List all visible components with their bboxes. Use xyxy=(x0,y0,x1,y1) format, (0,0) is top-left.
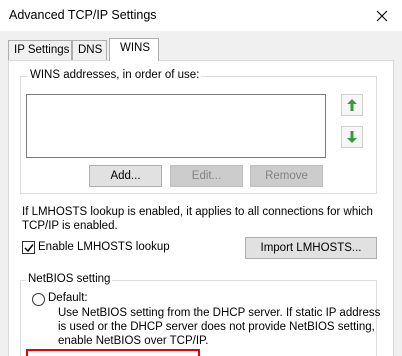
add-button[interactable]: Add... xyxy=(89,165,162,187)
wins-addresses-group-label: WINS addresses, in order of use: xyxy=(28,69,202,81)
move-down-button[interactable] xyxy=(341,126,363,148)
close-button[interactable] xyxy=(362,0,402,31)
lmhosts-info-line1: If LMHOSTS lookup is enabled, it applies… xyxy=(22,206,373,218)
tab-ip-settings[interactable]: IP Settings xyxy=(8,40,72,60)
netbios-default-desc-line1: Use NetBIOS setting from the DHCP server… xyxy=(58,307,381,319)
netbios-default-radio[interactable] xyxy=(32,293,45,306)
window-title: Advanced TCP/IP Settings xyxy=(9,8,157,22)
wins-address-list[interactable] xyxy=(26,94,326,158)
netbios-default-desc-line2: is used or the DHCP server does not prov… xyxy=(58,321,375,333)
arrow-down-icon xyxy=(347,131,357,143)
checkmark-icon xyxy=(24,244,34,253)
remove-button-label: Remove xyxy=(265,170,308,182)
tab-wins[interactable]: WINS xyxy=(109,38,159,61)
import-lmhosts-button[interactable]: Import LMHOSTS... xyxy=(245,237,377,259)
edit-button[interactable]: Edit... xyxy=(170,165,243,187)
arrow-up-icon xyxy=(347,99,357,111)
remove-button[interactable]: Remove xyxy=(250,165,323,187)
netbios-group-label: NetBIOS setting xyxy=(26,273,113,285)
tab-dns[interactable]: DNS xyxy=(72,40,107,60)
import-lmhosts-button-label: Import LMHOSTS... xyxy=(260,242,362,254)
lmhosts-info-line2: TCP/IP is enabled. xyxy=(22,220,118,232)
netbios-default-label[interactable]: Default: xyxy=(48,292,88,304)
add-button-label: Add... xyxy=(110,170,141,182)
tab-wins-label: WINS xyxy=(120,42,151,54)
tab-ip-settings-label: IP Settings xyxy=(14,44,70,56)
close-icon xyxy=(376,10,388,21)
title-bar: Advanced TCP/IP Settings xyxy=(0,0,402,31)
move-up-button[interactable] xyxy=(341,94,363,116)
highlight-annotation-box xyxy=(26,349,200,356)
enable-lmhosts-label[interactable]: Enable LMHOSTS lookup xyxy=(38,241,170,253)
tab-dns-label: DNS xyxy=(78,44,103,56)
enable-lmhosts-checkbox[interactable] xyxy=(22,241,35,254)
netbios-default-desc-line3: enable NetBIOS over TCP/IP. xyxy=(58,335,209,347)
edit-button-label: Edit... xyxy=(191,170,222,182)
